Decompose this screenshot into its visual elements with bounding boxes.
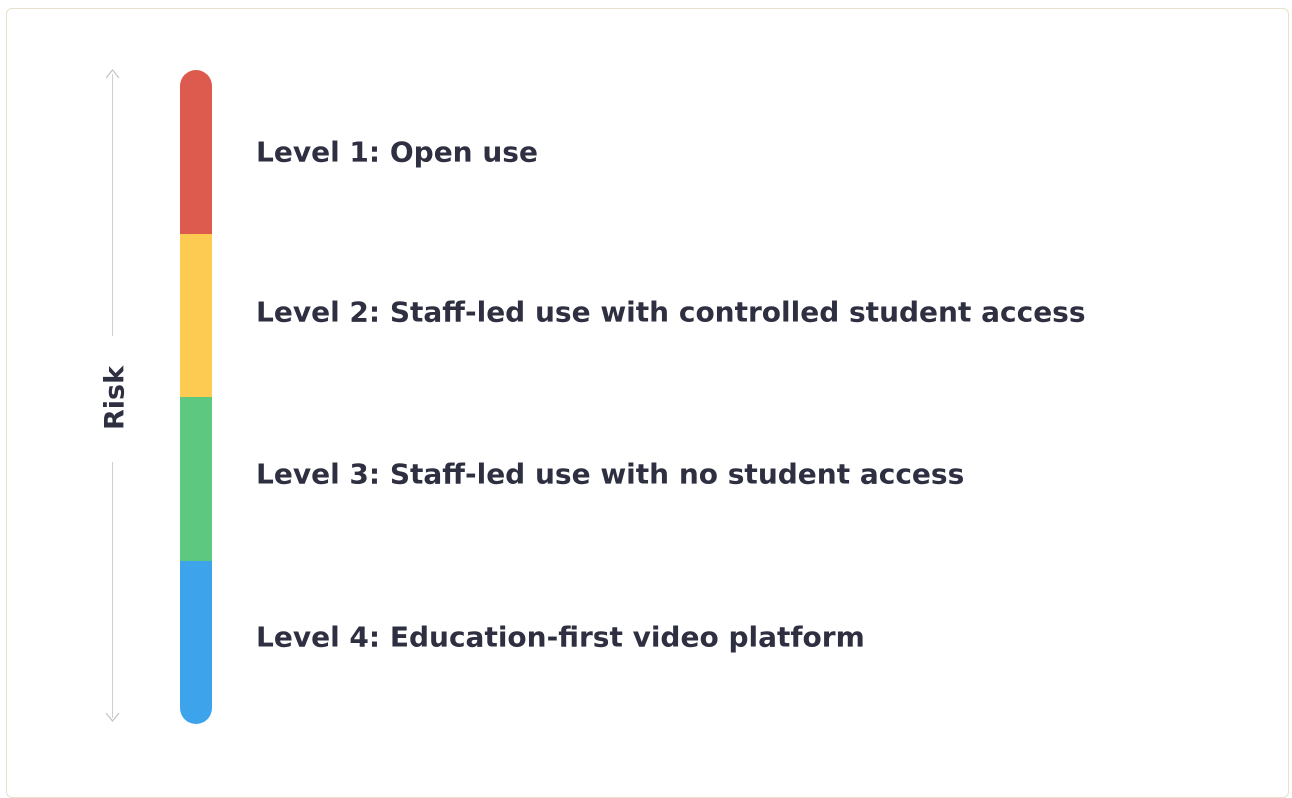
level-1-segment xyxy=(180,70,212,234)
risk-axis-line-bottom xyxy=(112,462,113,718)
level-3-label: Level 3: Staff-led use with no student a… xyxy=(256,457,965,491)
risk-axis-label: Risk xyxy=(99,365,131,431)
level-3-segment xyxy=(180,397,212,561)
level-4-segment xyxy=(180,560,212,724)
risk-level-bar xyxy=(180,70,212,724)
level-4-label: Level 4: Education-first video platform xyxy=(256,620,865,654)
level-2-segment xyxy=(180,233,212,397)
risk-axis-line-top xyxy=(112,74,113,336)
level-1-label: Level 1: Open use xyxy=(256,135,538,169)
level-2-label: Level 2: Staff-led use with controlled s… xyxy=(256,295,1086,329)
arrow-down-icon xyxy=(105,712,120,722)
